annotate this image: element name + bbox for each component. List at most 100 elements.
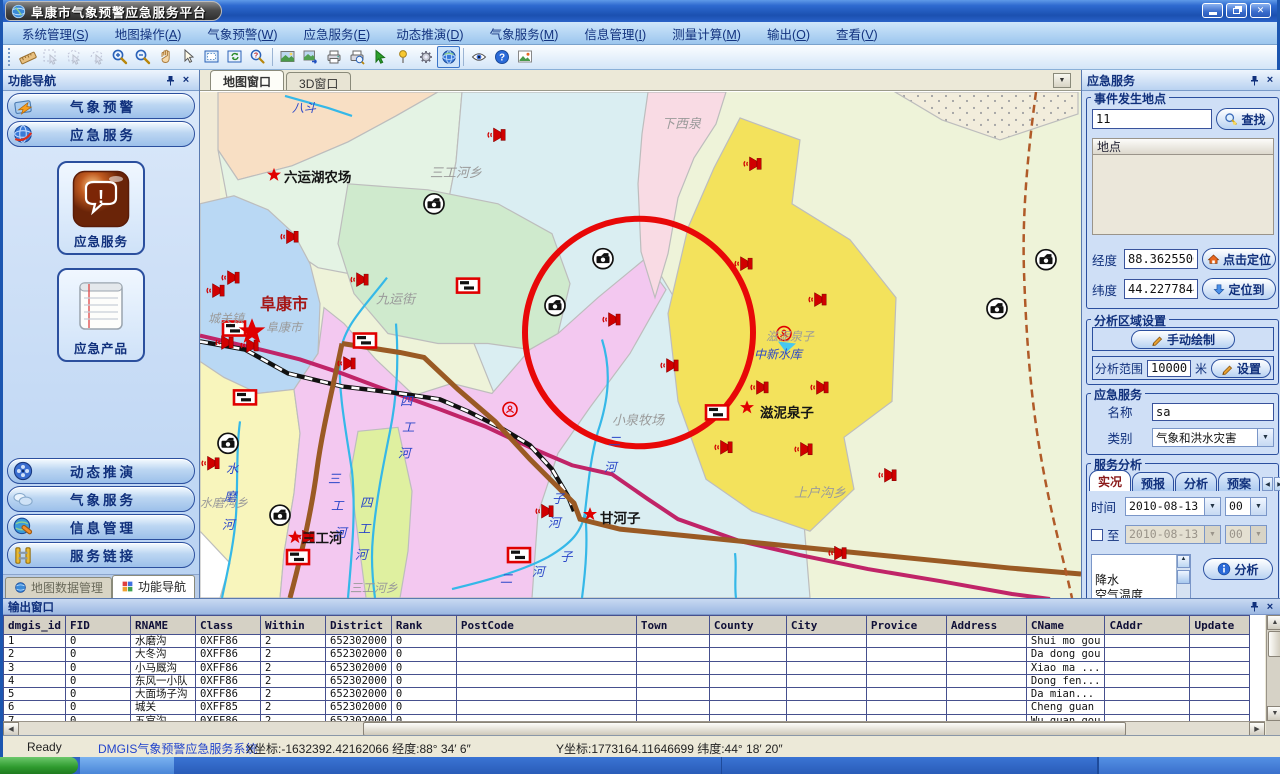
minimize-button[interactable] (1202, 3, 1223, 18)
scroll-down-icon[interactable]: ▼ (1267, 706, 1280, 721)
toolbar-select-poly-button[interactable] (62, 46, 85, 68)
table-horizontal-scrollbar[interactable]: ◀ ▶ (3, 721, 1265, 736)
table-row-7[interactable]: 70五官沟0XFF8626523020000Wu guan gou (4, 714, 1250, 721)
listbox-scrollbar[interactable]: ▲ (1176, 555, 1190, 598)
element-listbox[interactable]: 降水空气温度 ▲ (1091, 554, 1191, 598)
map-camera-icon[interactable] (593, 249, 613, 269)
nav-bottom-1-button[interactable]: 动态推演 (7, 458, 195, 484)
scroll-right-icon[interactable]: ▶ (1249, 722, 1265, 736)
table-row-6[interactable]: 60城关0XFF8526523020000Cheng guan (4, 701, 1250, 714)
search-button[interactable]: 查找 (1216, 108, 1274, 130)
toolbar-refresh-button[interactable] (223, 46, 246, 68)
column-header-Update[interactable]: Update (1190, 616, 1250, 635)
big-button-应急服务[interactable]: !应急服务 (57, 161, 145, 255)
manual-draw-button[interactable]: 手动绘制 (1131, 330, 1235, 349)
task-button[interactable] (722, 757, 1097, 774)
scroll-up-icon[interactable]: ▲ (1267, 615, 1280, 630)
menu-item-10[interactable]: 查看(V) (823, 22, 891, 45)
hour-dropdown[interactable]: 00▼ (1225, 497, 1267, 516)
left-panel-tab-1[interactable]: 地图数据管理 (5, 577, 112, 598)
column-header-Within[interactable]: Within (261, 616, 326, 635)
toolbar-export-map-button[interactable] (299, 46, 322, 68)
map-camera-icon[interactable] (270, 505, 290, 525)
column-header-County[interactable]: County (709, 616, 786, 635)
pin-icon[interactable] (1246, 73, 1262, 88)
menu-item-5[interactable]: 动态推演(D) (383, 22, 476, 45)
date-dropdown[interactable]: 2010-08-13▼ (1125, 497, 1221, 516)
table-vertical-scrollbar[interactable]: ▲ ▼ (1266, 615, 1280, 721)
table-row-5[interactable]: 50大面场子沟0XFF8626523020000Da mian... (4, 688, 1250, 701)
map-flag-icon[interactable] (354, 334, 376, 348)
map-camera-icon[interactable] (1036, 250, 1056, 270)
latitude-input[interactable] (1124, 279, 1198, 299)
column-header-City[interactable]: City (786, 616, 866, 635)
column-header-PostCode[interactable]: PostCode (456, 616, 636, 635)
longitude-input[interactable] (1124, 249, 1198, 269)
nav-bottom-4-button[interactable]: 服务链接 (7, 542, 195, 568)
close-icon[interactable]: × (1262, 73, 1278, 88)
column-header-Provice[interactable]: Provice (866, 616, 946, 635)
map-flag-icon[interactable] (287, 550, 309, 564)
quick-launch-area[interactable] (80, 757, 174, 774)
analyze-button[interactable]: 分析 (1203, 558, 1273, 580)
analysis-tab-实况[interactable]: 实况 (1089, 470, 1131, 491)
column-header-CName[interactable]: CName (1026, 616, 1105, 635)
tab-scroll-left-icon[interactable]: ◀ (1262, 477, 1273, 491)
toolbar-eye-button[interactable] (467, 46, 490, 68)
place-list-header[interactable]: 地点 (1092, 138, 1274, 155)
table-row-2[interactable]: 20大冬沟0XFF8626523020000Da dong gou (4, 648, 1250, 661)
task-button[interactable] (174, 757, 721, 774)
menu-item-6[interactable]: 气象服务(M) (477, 22, 572, 45)
attribute-table[interactable]: dmgis_idFIDRNAMEClassWithinDistrictRankP… (3, 615, 1265, 721)
toolbar-globe-button[interactable] (437, 46, 460, 68)
scroll-thumb[interactable] (363, 722, 1126, 736)
locate-to-button[interactable]: 定位到 (1202, 278, 1276, 300)
table-row-1[interactable]: 10水磨沟0XFF8626523020000Shui mo gou (4, 635, 1250, 648)
set-range-button[interactable]: 设置 (1211, 359, 1271, 378)
menu-item-3[interactable]: 气象预警(W) (194, 22, 290, 45)
map-camera-icon[interactable] (424, 194, 444, 214)
toolbar-export-image-button[interactable] (513, 46, 536, 68)
column-header-dmgis_id[interactable]: dmgis_id (4, 616, 66, 635)
toolbar-select-rect-button[interactable] (39, 46, 62, 68)
tab-scroll-right-icon[interactable]: ▶ (1274, 477, 1280, 491)
pin-icon[interactable] (162, 73, 178, 88)
range-input[interactable] (1147, 360, 1191, 377)
close-button[interactable]: ✕ (1250, 3, 1271, 18)
column-header-RNAME[interactable]: RNAME (131, 616, 196, 635)
map-tab-1[interactable]: 地图窗口 (210, 70, 284, 90)
map-flag-icon[interactable] (234, 390, 256, 404)
toolbar-full-extent-button[interactable] (200, 46, 223, 68)
column-header-Town[interactable]: Town (636, 616, 709, 635)
toolbar-layers-button[interactable] (276, 46, 299, 68)
map-camera-icon[interactable] (218, 433, 238, 453)
table-row-3[interactable]: 30小马厩沟0XFF8626523020000Xiao ma ... (4, 661, 1250, 674)
toolbar-zoom-in-button[interactable] (108, 46, 131, 68)
toolbar-pointer-button[interactable] (177, 46, 200, 68)
map-flag-icon[interactable] (508, 548, 530, 562)
nav-bottom-3-button[interactable]: 信息管理 (7, 514, 195, 540)
toolbar-gear-button[interactable] (414, 46, 437, 68)
menu-item-8[interactable]: 测量计算(M) (659, 22, 754, 45)
location-search-input[interactable] (1092, 109, 1212, 129)
toolbar-zoom-out-button[interactable] (131, 46, 154, 68)
toolbar-pushpin-button[interactable] (391, 46, 414, 68)
nav-top-2-button[interactable]: 应急服务 (7, 121, 195, 147)
menu-item-1[interactable]: 系统管理(S) (9, 22, 102, 45)
hour2-dropdown[interactable]: 00▼ (1225, 525, 1267, 544)
menu-item-2[interactable]: 地图操作(A) (102, 22, 195, 45)
scroll-thumb[interactable] (1268, 631, 1280, 657)
toolbar-measure-button[interactable] (16, 46, 39, 68)
toolbar-help-button[interactable]: ? (490, 46, 513, 68)
menu-item-9[interactable]: 输出(O) (754, 22, 823, 45)
analysis-tab-预案[interactable]: 预案 (1218, 472, 1260, 491)
tray-area[interactable] (1098, 757, 1280, 774)
nav-bottom-2-button[interactable]: 气象服务 (7, 486, 195, 512)
analysis-tab-分析[interactable]: 分析 (1175, 472, 1217, 491)
pin-icon[interactable] (1246, 599, 1262, 614)
close-icon[interactable]: × (178, 73, 194, 88)
close-icon[interactable]: × (1262, 599, 1278, 614)
column-header-Address[interactable]: Address (946, 616, 1026, 635)
service-name-input[interactable] (1152, 403, 1274, 421)
toolbar-select-free-button[interactable] (85, 46, 108, 68)
